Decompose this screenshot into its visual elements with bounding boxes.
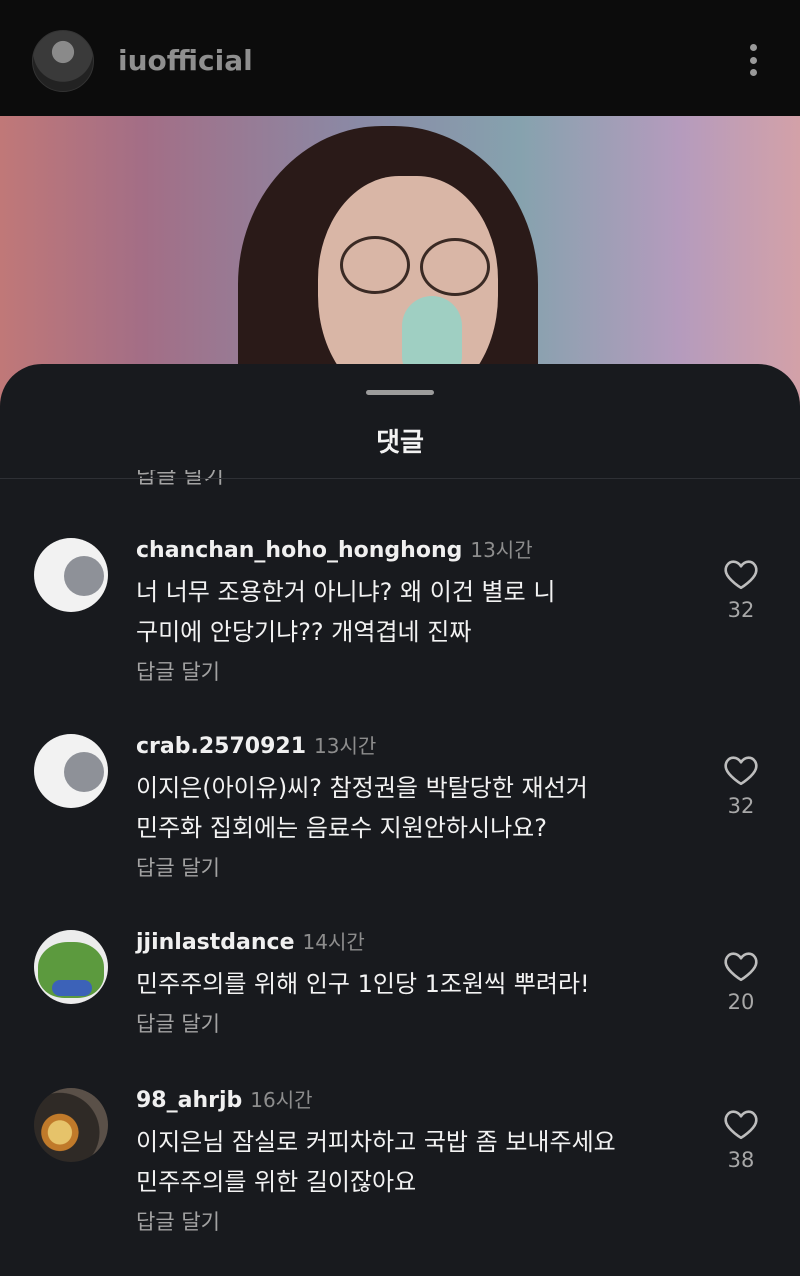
frog-avatar[interactable]: [34, 930, 108, 1004]
post-username[interactable]: iuofficial: [118, 44, 253, 77]
more-vertical-icon[interactable]: [740, 40, 766, 80]
comment-text: 이지은님 잠실로 커피차하고 국밥 좀 보내주세요 민주주의를 위한 길이잖아요: [136, 1122, 696, 1202]
comment-meta: jjinlastdance 14시간: [136, 926, 365, 955]
comment-text: 너 너무 조용한거 아니냐? 왜 이건 별로 니 구미에 안당기냐?? 개역겹네…: [136, 572, 696, 652]
like-count: 38: [727, 1148, 755, 1172]
comment-username[interactable]: jjinlastdance: [136, 930, 295, 955]
like-control[interactable]: 32: [716, 558, 766, 622]
comment-time: 13시간: [314, 734, 377, 758]
cut-off-reply-label: 답글 달기: [136, 470, 224, 488]
comment-time: 13시간: [470, 538, 533, 562]
photo-glasses: [420, 238, 490, 296]
reply-button[interactable]: 답글 달기: [136, 1206, 220, 1236]
reply-button[interactable]: 답글 달기: [136, 656, 220, 686]
reply-button[interactable]: 답글 달기: [136, 1008, 220, 1038]
reply-button[interactable]: 답글 달기: [136, 852, 220, 882]
heart-icon[interactable]: [723, 754, 759, 786]
heart-icon[interactable]: [723, 558, 759, 590]
photo-glasses: [340, 236, 410, 294]
food-avatar[interactable]: [34, 1088, 108, 1162]
post-header: iuofficial: [0, 0, 800, 116]
comments-sheet: 댓글 답글 달기 chanchan_hoho_honghong 13시간 너 너무…: [0, 364, 800, 1276]
default-avatar[interactable]: [34, 538, 108, 612]
comment-meta: chanchan_hoho_honghong 13시간: [136, 534, 533, 563]
like-control[interactable]: 32: [716, 754, 766, 818]
comment-username[interactable]: chanchan_hoho_honghong: [136, 538, 462, 563]
like-count: 32: [727, 794, 755, 818]
default-avatar[interactable]: [34, 734, 108, 808]
comment-text-line: 민주화 집회에는 음료수 지원안하시나요?: [136, 814, 547, 842]
heart-icon[interactable]: [723, 1108, 759, 1140]
comment-meta: 98_ahrjb 16시간: [136, 1084, 313, 1113]
like-count: 20: [727, 990, 755, 1014]
comment-meta: crab.2570921 13시간: [136, 730, 376, 759]
heart-icon[interactable]: [723, 950, 759, 982]
comment-text-line: 이지은님 잠실로 커피차하고 국밥 좀 보내주세요: [136, 1128, 616, 1156]
comment-time: 14시간: [302, 930, 365, 954]
comment-username[interactable]: 98_ahrjb: [136, 1088, 242, 1113]
comment-text-line: 이지은(아이유)씨? 참정권을 박탈당한 재선거: [136, 774, 588, 802]
comment-time: 16시간: [250, 1088, 313, 1112]
like-control[interactable]: 38: [716, 1108, 766, 1172]
comment-text-line: 너 너무 조용한거 아니냐? 왜 이건 별로 니: [136, 578, 556, 606]
comment-text-line: 구미에 안당기냐?? 개역겹네 진짜: [136, 618, 472, 646]
sheet-divider: [0, 478, 800, 479]
comment-username[interactable]: crab.2570921: [136, 734, 306, 759]
comment-text: 이지은(아이유)씨? 참정권을 박탈당한 재선거 민주화 집회에는 음료수 지원…: [136, 768, 696, 848]
comment-text: 민주주의를 위해 인구 1인당 1조원씩 뿌려라!: [136, 964, 696, 1004]
sheet-drag-handle[interactable]: [366, 390, 434, 395]
cut-off-reply-link[interactable]: 답글 달기: [136, 470, 224, 488]
like-control[interactable]: 20: [716, 950, 766, 1014]
comment-text-line: 민주주의를 위한 길이잖아요: [136, 1168, 417, 1196]
comment-text-line: 민주주의를 위해 인구 1인당 1조원씩 뿌려라!: [136, 970, 590, 998]
like-count: 32: [727, 598, 755, 622]
sheet-title: 댓글: [376, 428, 424, 458]
profile-avatar[interactable]: [32, 30, 94, 92]
